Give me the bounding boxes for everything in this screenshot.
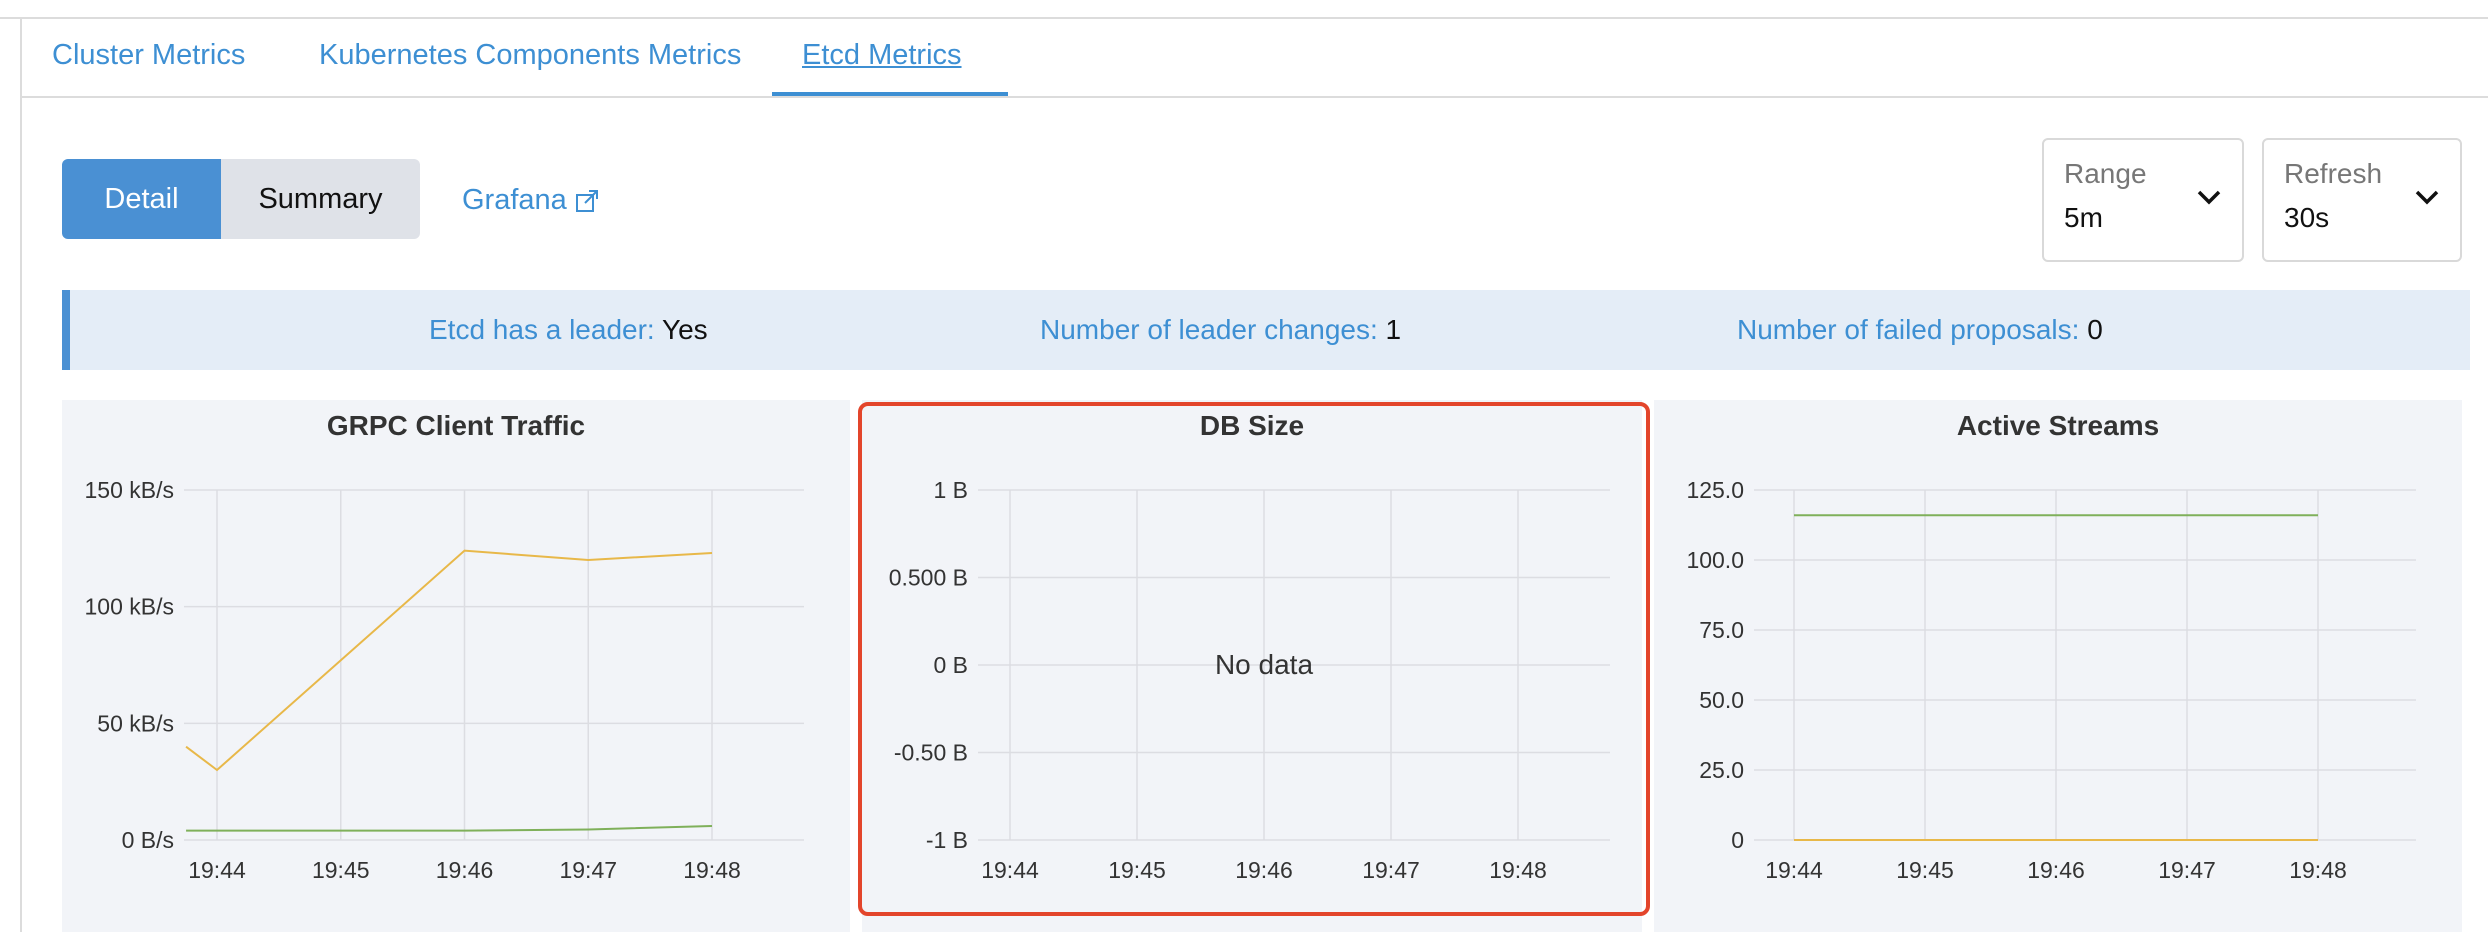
tab-etcd-metrics[interactable]: Etcd Metrics	[772, 39, 1008, 96]
chevron-down-icon	[2415, 190, 2439, 205]
x-tick-label: 19:46	[2027, 857, 2085, 883]
failed-proposals-label: Number of failed proposals:	[1737, 314, 2080, 345]
range-value: 5m	[2064, 202, 2103, 233]
summary-button[interactable]: Summary	[221, 159, 420, 239]
range-label: Range	[2064, 158, 2147, 189]
failed-proposals: Number of failed proposals: 0	[1737, 314, 2103, 346]
x-tick-label: 19:44	[1765, 857, 1823, 883]
chart-title: GRPC Client Traffic	[326, 410, 586, 441]
y-tick-label: 100.0	[1686, 547, 1744, 573]
x-tick-label: 19:46	[436, 857, 494, 883]
refresh-select[interactable]: Refresh 30s	[2262, 138, 2462, 262]
y-tick-label: 25.0	[1699, 757, 1744, 783]
x-tick-label: 19:45	[1896, 857, 1954, 883]
x-tick-label: 19:45	[312, 857, 370, 883]
range-select[interactable]: Range 5m	[2042, 138, 2244, 262]
grafana-link-label: Grafana	[462, 184, 567, 216]
leader-changes: Number of leader changes: 1	[1040, 314, 1401, 346]
chevron-down-icon	[2197, 190, 2221, 205]
external-link-icon	[575, 189, 598, 212]
grafana-link[interactable]: Grafana	[462, 184, 599, 217]
y-tick-label: 125.0	[1686, 477, 1744, 503]
y-tick-label: 0 B/s	[122, 827, 174, 853]
x-tick-label: 19:48	[683, 857, 741, 883]
detail-button[interactable]: Detail	[62, 159, 221, 239]
leader-value: Yes	[661, 314, 708, 345]
x-tick-label: 19:47	[2158, 857, 2216, 883]
y-tick-label: 50 kB/s	[97, 710, 174, 736]
y-tick-label: 75.0	[1699, 617, 1744, 643]
page-top-border	[0, 0, 2488, 19]
y-tick-label: 100 kB/s	[85, 594, 175, 620]
x-tick-label: 19:47	[559, 857, 617, 883]
grpc-client-traffic-panel: GRPC Client Traffic 0 B/s 50 kB/s 100 kB/s…	[62, 400, 850, 932]
etcd-status-banner: Etcd has a leader: Yes Number of leader …	[62, 290, 2470, 370]
y-tick-label: 150 kB/s	[85, 477, 175, 503]
chart-title: Active Streams	[1956, 410, 2160, 441]
leader-status: Etcd has a leader: Yes	[429, 314, 708, 346]
x-tick-label: 19:44	[188, 857, 246, 883]
active-streams-chart: 0 25.0 50.0 75.0 100.0 125.0 19:44 19:45 19:46 19…	[1686, 477, 2416, 883]
y-tick-label: 50.0	[1699, 687, 1744, 713]
failed-proposals-value: 0	[2087, 314, 2103, 345]
grpc-client-traffic-chart: 0 B/s 50 kB/s 100 kB/s 150 kB/s 19:44 19:45 19…	[85, 477, 804, 883]
highlight-box	[858, 402, 1650, 916]
refresh-label: Refresh	[2284, 158, 2383, 189]
series-line	[186, 825, 713, 832]
x-tick-label: 19:48	[2289, 857, 2347, 883]
metrics-tab-bar: Cluster Metrics Kubernetes Components Me…	[22, 19, 2488, 98]
tab-cluster-metrics[interactable]: Cluster Metrics	[52, 39, 245, 96]
leader-label: Etcd has a leader:	[429, 314, 655, 345]
refresh-value: 30s	[2284, 202, 2330, 233]
active-streams-panel: Active Streams 0 25.0 50.0 75.0 100.0 125.0 19…	[1654, 400, 2462, 932]
series-line	[185, 549, 713, 772]
leader-changes-label: Number of leader changes:	[1040, 314, 1378, 345]
leader-changes-value: 1	[1385, 314, 1402, 345]
y-tick-label: 0	[1731, 827, 1744, 853]
page-left-border	[20, 17, 22, 932]
tab-kubernetes-components-metrics[interactable]: Kubernetes Components Metrics	[319, 39, 741, 96]
view-toggle: Detail Summary	[62, 159, 420, 239]
